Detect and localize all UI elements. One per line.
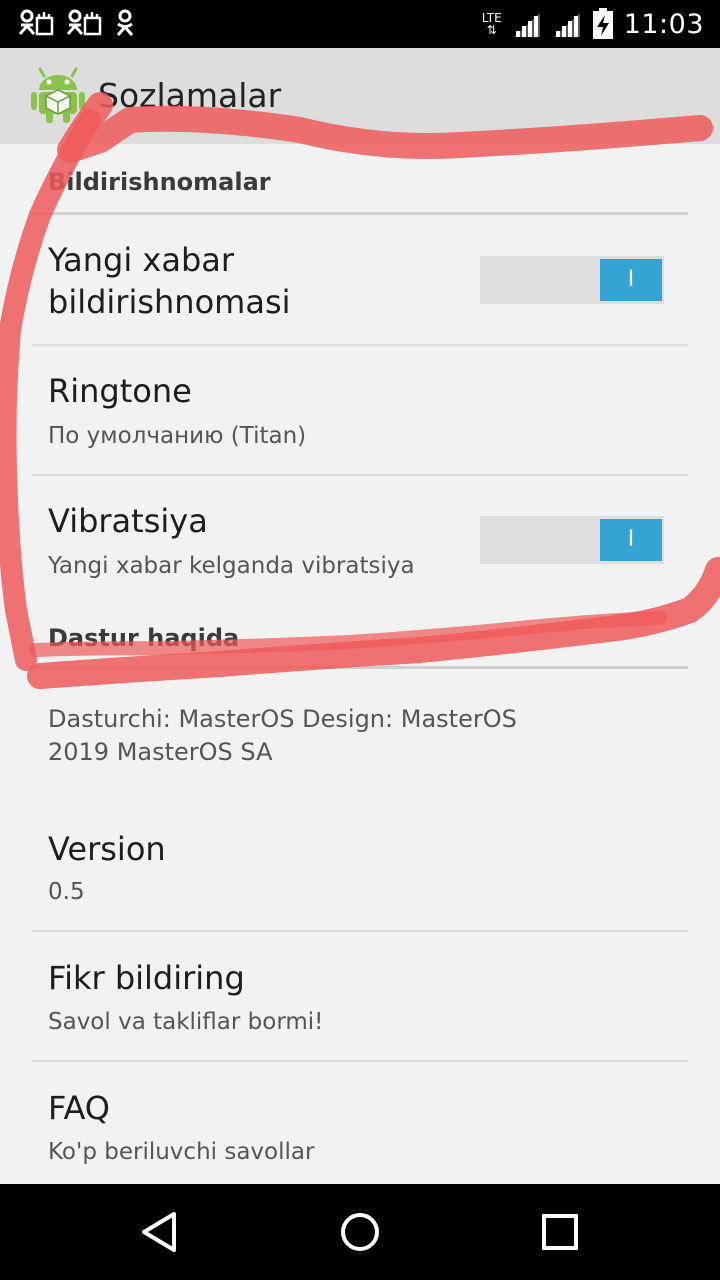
pref-title: FAQ xyxy=(48,1089,110,1127)
settings-screen: LTE ⇅ 11:03 Sozlamalar Bildirishnomalar … xyxy=(0,0,720,1280)
preferences-list: Bildirishnomalar Yangi xabar bildirishno… xyxy=(0,144,720,1184)
action-bar: Sozlamalar xyxy=(0,48,720,144)
pref-title-line2: bildirishnomasi xyxy=(48,283,291,321)
pref-summary: Savol va takliflar bormi! xyxy=(48,1009,324,1035)
back-icon[interactable] xyxy=(136,1208,184,1256)
vibration-toggle[interactable]: I xyxy=(480,516,664,564)
signal-icon xyxy=(553,13,580,37)
home-icon[interactable] xyxy=(336,1208,384,1256)
category-header: Bildirishnomalar xyxy=(48,168,271,196)
toggle-thumb: I xyxy=(600,519,662,561)
status-bar: LTE ⇅ 11:03 xyxy=(0,0,720,48)
category-about: Dastur haqida xyxy=(32,606,688,669)
recents-icon[interactable] xyxy=(536,1208,584,1256)
credits-line1: Dasturchi: MasterOS Design: MasterOS xyxy=(48,705,517,733)
pref-summary: 0.5 xyxy=(48,879,85,905)
pref-summary: Ko'p beriluvchi savollar xyxy=(48,1139,315,1165)
status-notifications xyxy=(18,8,136,38)
pref-new-message-notification[interactable]: Yangi xabar bildirishnomasi I xyxy=(32,215,688,345)
android-icon[interactable] xyxy=(30,66,86,124)
toggle-thumb: I xyxy=(600,259,662,301)
credits-line2: 2019 MasterOS SA xyxy=(48,738,273,766)
odnoklassniki-icon xyxy=(116,9,134,36)
pref-feedback[interactable]: Fikr bildiring Savol va takliflar bormi! xyxy=(32,932,688,1060)
pref-title-line1: Yangi xabar xyxy=(48,241,235,279)
pref-summary: Yangi xabar kelganda vibratsiya xyxy=(48,553,415,579)
pref-version[interactable]: Version 0.5 xyxy=(32,802,688,930)
pref-ringtone[interactable]: Ringtone По умолчанию (Titan) xyxy=(32,346,688,474)
lte-indicator: LTE ⇅ xyxy=(482,12,502,36)
pref-summary: По умолчанию (Titan) xyxy=(48,423,307,449)
pref-title: Version xyxy=(48,830,166,868)
new-message-toggle[interactable]: I xyxy=(480,256,664,304)
pref-vibration[interactable]: Vibratsiya Yangi xabar kelganda vibratsi… xyxy=(32,476,688,606)
category-notifications: Bildirishnomalar xyxy=(32,144,688,215)
notification-icon xyxy=(66,9,102,36)
status-clock: 11:03 xyxy=(623,8,704,40)
data-arrows-icon: ⇅ xyxy=(486,23,497,37)
pref-title: Ringtone xyxy=(48,372,192,410)
category-header: Dastur haqida xyxy=(48,624,240,652)
signal-icon xyxy=(513,13,540,37)
page-title: Sozlamalar xyxy=(98,76,282,115)
notification-icon xyxy=(18,9,54,36)
pref-credits: Dasturchi: MasterOS Design: MasterOS 201… xyxy=(32,669,688,789)
pref-title: Fikr bildiring xyxy=(48,959,245,997)
pref-title: Vibratsiya xyxy=(48,502,208,540)
battery-charging-icon xyxy=(592,8,613,39)
navigation-bar xyxy=(0,1184,720,1280)
pref-faq[interactable]: FAQ Ko'p beriluvchi savollar xyxy=(32,1062,688,1184)
status-indicators: LTE ⇅ 11:03 xyxy=(482,0,704,48)
